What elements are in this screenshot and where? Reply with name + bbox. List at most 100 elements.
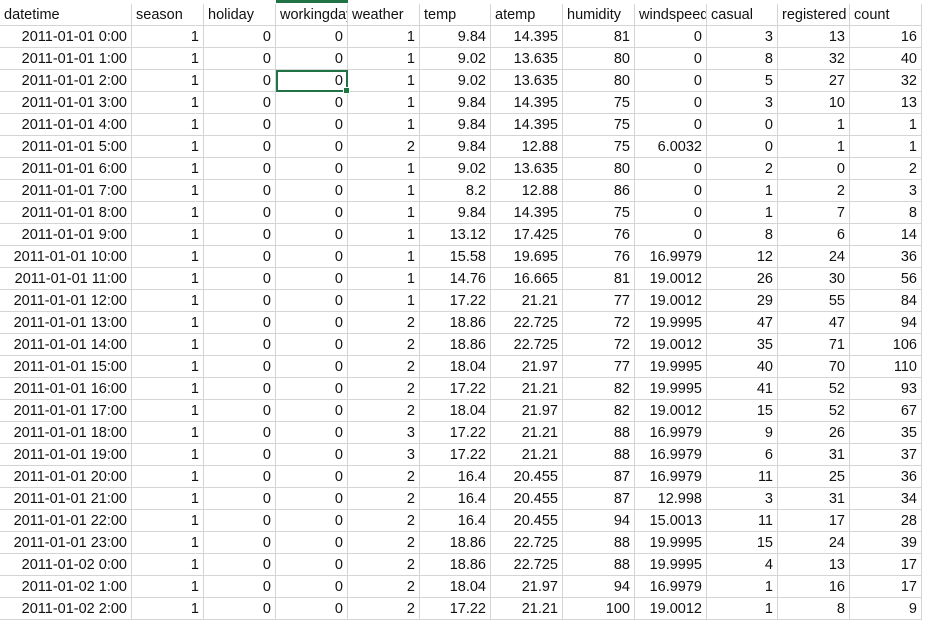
cell-humidity[interactable]: 80 (563, 158, 635, 180)
cell-humidity[interactable]: 75 (563, 92, 635, 114)
cell-registered[interactable]: 31 (778, 488, 850, 510)
cell-count[interactable]: 106 (850, 334, 922, 356)
cell-atemp[interactable]: 21.97 (491, 576, 563, 598)
cell-windspeed[interactable]: 16.9979 (635, 246, 707, 268)
cell-humidity[interactable]: 88 (563, 422, 635, 444)
cell-temp[interactable]: 14.76 (420, 268, 491, 290)
cell-workingday[interactable]: 0 (276, 598, 348, 620)
cell-casual[interactable]: 15 (707, 400, 778, 422)
cell-registered[interactable]: 30 (778, 268, 850, 290)
cell-atemp[interactable]: 12.88 (491, 136, 563, 158)
cell-season[interactable]: 1 (132, 466, 204, 488)
cell-workingday[interactable]: 0 (276, 92, 348, 114)
cell-weather[interactable]: 1 (348, 224, 420, 246)
cell-windspeed[interactable]: 19.9995 (635, 312, 707, 334)
cell-casual[interactable]: 15 (707, 532, 778, 554)
cell-registered[interactable]: 17 (778, 510, 850, 532)
cell-datetime[interactable]: 2011-01-01 14:00 (0, 334, 132, 356)
cell-casual[interactable]: 5 (707, 70, 778, 92)
cell-windspeed[interactable]: 0 (635, 224, 707, 246)
cell-temp[interactable]: 17.22 (420, 422, 491, 444)
cell-registered[interactable]: 25 (778, 466, 850, 488)
cell-atemp[interactable]: 21.21 (491, 422, 563, 444)
cell-temp[interactable]: 9.84 (420, 114, 491, 136)
cell-season[interactable]: 1 (132, 400, 204, 422)
cell-atemp[interactable]: 22.725 (491, 554, 563, 576)
cell-weather[interactable]: 1 (348, 48, 420, 70)
cell-windspeed[interactable]: 16.9979 (635, 466, 707, 488)
cell-workingday[interactable]: 0 (276, 158, 348, 180)
cell-atemp[interactable]: 14.395 (491, 92, 563, 114)
cell-workingday[interactable]: 0 (276, 48, 348, 70)
cell-count[interactable]: 17 (850, 554, 922, 576)
cell-casual[interactable]: 3 (707, 92, 778, 114)
cell-atemp[interactable]: 13.635 (491, 158, 563, 180)
cell-holiday[interactable]: 0 (204, 400, 276, 422)
cell-datetime[interactable]: 2011-01-01 3:00 (0, 92, 132, 114)
cell-windspeed[interactable]: 0 (635, 92, 707, 114)
cell-workingday[interactable]: 0 (276, 312, 348, 334)
cell-registered[interactable]: 70 (778, 356, 850, 378)
cell-temp[interactable]: 9.84 (420, 202, 491, 224)
cell-atemp[interactable]: 13.635 (491, 48, 563, 70)
cell-atemp[interactable]: 20.455 (491, 488, 563, 510)
cell-casual[interactable]: 41 (707, 378, 778, 400)
cell-weather[interactable]: 2 (348, 136, 420, 158)
header-cell-temp[interactable]: temp (420, 4, 491, 26)
cell-atemp[interactable]: 20.455 (491, 510, 563, 532)
cell-humidity[interactable]: 86 (563, 180, 635, 202)
cell-season[interactable]: 1 (132, 488, 204, 510)
cell-season[interactable]: 1 (132, 312, 204, 334)
cell-registered[interactable]: 1 (778, 136, 850, 158)
cell-registered[interactable]: 8 (778, 598, 850, 620)
cell-weather[interactable]: 2 (348, 598, 420, 620)
cell-windspeed[interactable]: 0 (635, 114, 707, 136)
cell-casual[interactable]: 8 (707, 48, 778, 70)
cell-temp[interactable]: 16.4 (420, 466, 491, 488)
cell-weather[interactable]: 1 (348, 92, 420, 114)
cell-humidity[interactable]: 72 (563, 334, 635, 356)
cell-windspeed[interactable]: 16.9979 (635, 576, 707, 598)
cell-windspeed[interactable]: 0 (635, 202, 707, 224)
cell-humidity[interactable]: 82 (563, 378, 635, 400)
cell-temp[interactable]: 13.12 (420, 224, 491, 246)
cell-temp[interactable]: 18.04 (420, 356, 491, 378)
cell-registered[interactable]: 26 (778, 422, 850, 444)
cell-datetime[interactable]: 2011-01-02 1:00 (0, 576, 132, 598)
cell-holiday[interactable]: 0 (204, 26, 276, 48)
cell-atemp[interactable]: 21.21 (491, 444, 563, 466)
cell-atemp[interactable]: 12.88 (491, 180, 563, 202)
cell-casual[interactable]: 0 (707, 136, 778, 158)
header-cell-registered[interactable]: registered (778, 4, 850, 26)
cell-weather[interactable]: 2 (348, 378, 420, 400)
cell-holiday[interactable]: 0 (204, 224, 276, 246)
cell-atemp[interactable]: 20.455 (491, 466, 563, 488)
cell-casual[interactable]: 11 (707, 466, 778, 488)
cell-count[interactable]: 93 (850, 378, 922, 400)
cell-weather[interactable]: 2 (348, 334, 420, 356)
cell-casual[interactable]: 12 (707, 246, 778, 268)
header-cell-windspeed[interactable]: windspeed (635, 4, 707, 26)
cell-datetime[interactable]: 2011-01-01 1:00 (0, 48, 132, 70)
cell-count[interactable]: 40 (850, 48, 922, 70)
cell-datetime[interactable]: 2011-01-01 16:00 (0, 378, 132, 400)
cell-atemp[interactable]: 19.695 (491, 246, 563, 268)
cell-windspeed[interactable]: 19.0012 (635, 400, 707, 422)
cell-temp[interactable]: 18.04 (420, 400, 491, 422)
cell-registered[interactable]: 13 (778, 554, 850, 576)
cell-casual[interactable]: 0 (707, 114, 778, 136)
cell-datetime[interactable]: 2011-01-01 10:00 (0, 246, 132, 268)
cell-holiday[interactable]: 0 (204, 158, 276, 180)
cell-humidity[interactable]: 88 (563, 444, 635, 466)
cell-holiday[interactable]: 0 (204, 532, 276, 554)
cell-count[interactable]: 37 (850, 444, 922, 466)
cell-windspeed[interactable]: 0 (635, 158, 707, 180)
cell-weather[interactable]: 2 (348, 532, 420, 554)
cell-registered[interactable]: 10 (778, 92, 850, 114)
cell-count[interactable]: 16 (850, 26, 922, 48)
cell-datetime[interactable]: 2011-01-02 2:00 (0, 598, 132, 620)
cell-count[interactable]: 36 (850, 246, 922, 268)
cell-weather[interactable]: 3 (348, 422, 420, 444)
cell-holiday[interactable]: 0 (204, 268, 276, 290)
cell-registered[interactable]: 32 (778, 48, 850, 70)
